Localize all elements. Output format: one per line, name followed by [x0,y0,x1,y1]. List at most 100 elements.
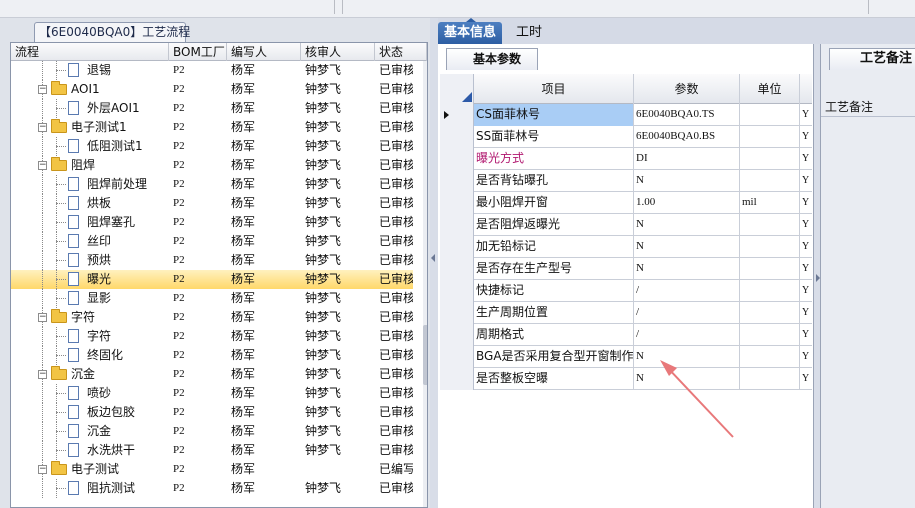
row-indicator[interactable] [440,104,474,126]
collapse-toggle-icon[interactable]: − [38,85,47,94]
row-indicator[interactable] [440,126,474,148]
row-indicator[interactable] [440,324,474,346]
tree-row[interactable]: 退锡 P2 杨军 钟梦飞 已审核 [11,61,413,80]
row-indicator[interactable] [440,170,474,192]
tree-row[interactable]: 阻抗测试 P2 杨军 钟梦飞 已审核 [11,479,413,498]
row-indicator[interactable] [440,236,474,258]
tree-row[interactable]: − 沉金 P2 杨军 钟梦飞 已审核 [11,365,413,384]
column-header-writer[interactable]: 编写人 [227,43,301,61]
tree-row[interactable]: 终固化 P2 杨军 钟梦飞 已审核 [11,346,413,365]
row-indicator[interactable] [440,258,474,280]
tree-row[interactable]: 预烘 P2 杨军 钟梦飞 已审核 [11,251,413,270]
param-value-cell[interactable]: N [634,368,740,390]
row-indicator[interactable] [440,346,474,368]
tab-basic-params[interactable]: 基本参数 [446,48,538,70]
param-row[interactable]: 快捷标记 / Y [440,280,812,302]
collapse-toggle-icon[interactable]: − [38,370,47,379]
tree-row[interactable]: 曝光 P2 杨军 钟梦飞 已审核 [11,270,413,289]
tree-row[interactable]: 字符 P2 杨军 钟梦飞 已审核 [11,327,413,346]
process-flow-tab[interactable]: 【6E0040BQA0】工艺流程 [34,22,190,42]
tree-row[interactable]: 低阻测试1 P2 杨军 钟梦飞 已审核 [11,137,413,156]
collapse-toggle-icon[interactable]: − [38,161,47,170]
param-unit-cell[interactable] [740,368,800,390]
tree-row[interactable]: 沉金 P2 杨军 钟梦飞 已审核 [11,422,413,441]
param-row[interactable]: 曝光方式 DI Y [440,148,812,170]
column-header-item[interactable]: 项目 [474,74,634,104]
column-header-flow[interactable]: 流程 [11,43,169,61]
param-value-cell[interactable]: / [634,302,740,324]
column-header-value[interactable]: 参数 [634,74,740,104]
param-value-cell[interactable]: N [634,258,740,280]
tree-row[interactable]: 阻焊塞孔 P2 杨军 钟梦飞 已审核 [11,213,413,232]
param-unit-cell[interactable] [740,258,800,280]
param-unit-cell[interactable] [740,346,800,368]
param-unit-cell[interactable] [740,302,800,324]
tree-scrollbar[interactable] [423,61,427,507]
param-value-cell[interactable]: / [634,280,740,302]
row-indicator[interactable] [440,192,474,214]
collapse-left-icon[interactable] [431,254,435,262]
param-unit-cell[interactable] [740,104,800,126]
row-indicator[interactable] [440,302,474,324]
collapse-toggle-icon[interactable]: − [38,123,47,132]
param-value-cell[interactable]: / [634,324,740,346]
collapse-toggle-icon[interactable]: − [38,313,47,322]
param-value-cell[interactable]: N [634,346,740,368]
param-unit-cell[interactable]: mil [740,192,800,214]
param-row[interactable]: SS面菲林号 6E0040BQA0.BS Y [440,126,812,148]
param-value-cell[interactable]: 6E0040BQA0.BS [634,126,740,148]
column-header-bom[interactable]: BOM工厂 [169,43,227,61]
param-unit-cell[interactable] [740,280,800,302]
tree-row[interactable]: − AOI1 P2 杨军 钟梦飞 已审核 [11,80,413,99]
param-row[interactable]: 最小阻焊开窗 1.00 mil Y [440,192,812,214]
tab-basic-info[interactable]: 基本信息 [438,22,503,44]
param-value-cell[interactable]: 1.00 [634,192,740,214]
param-row[interactable]: 周期格式 / Y [440,324,812,346]
collapse-toggle-icon[interactable]: − [38,465,47,474]
row-indicator[interactable] [440,214,474,236]
param-unit-cell[interactable] [740,148,800,170]
tree-row[interactable]: 外层AOI1 P2 杨军 钟梦飞 已审核 [11,99,413,118]
column-header-unit[interactable]: 单位 [740,74,800,104]
param-value-cell[interactable]: N [634,236,740,258]
row-indicator[interactable] [440,280,474,302]
tree-scroll-thumb[interactable] [423,325,427,385]
param-unit-cell[interactable] [740,324,800,346]
bom-cell: P2 [173,311,185,323]
row-indicator[interactable] [440,148,474,170]
param-value-cell[interactable]: N [634,170,740,192]
row-indicator[interactable] [440,368,474,390]
param-unit-cell[interactable] [740,170,800,192]
column-header-status[interactable]: 状态 [375,43,427,61]
param-value-cell[interactable]: N [634,214,740,236]
panel-splitter[interactable] [430,18,438,508]
tree-row[interactable]: 水洗烘干 P2 杨军 钟梦飞 已审核 [11,441,413,460]
param-unit-cell[interactable] [740,214,800,236]
reviewer-cell: 钟梦飞 [305,177,342,191]
tree-row[interactable]: 板边包胶 P2 杨军 钟梦飞 已审核 [11,403,413,422]
tree-row[interactable]: 丝印 P2 杨军 钟梦飞 已审核 [11,232,413,251]
param-row[interactable]: 加无铅标记 N Y [440,236,812,258]
column-header-reviewer[interactable]: 核审人 [301,43,375,61]
param-row[interactable]: 生产周期位置 / Y [440,302,812,324]
param-row[interactable]: CS面菲林号 6E0040BQA0.TS Y [440,104,812,126]
tree-row[interactable]: 喷砂 P2 杨军 钟梦飞 已审核 [11,384,413,403]
tree-row[interactable]: 显影 P2 杨军 钟梦飞 已审核 [11,289,413,308]
param-row[interactable]: 是否整板空曝 N Y [440,368,812,390]
tab-work-hours[interactable]: 工时 [510,22,548,44]
param-value-cell[interactable]: 6E0040BQA0.TS [634,104,740,126]
param-value-cell[interactable]: DI [634,148,740,170]
tree-row[interactable]: − 阻焊 P2 杨军 钟梦飞 已审核 [11,156,413,175]
tree-row[interactable]: 烘板 P2 杨军 钟梦飞 已审核 [11,194,413,213]
param-row[interactable]: 是否阻焊返曝光 N Y [440,214,812,236]
tree-row[interactable]: − 电子测试1 P2 杨军 钟梦飞 已审核 [11,118,413,137]
param-row[interactable]: 是否背钻曝孔 N Y [440,170,812,192]
param-unit-cell[interactable] [740,236,800,258]
tab-process-note[interactable]: 工艺备注 [829,48,915,70]
param-row[interactable]: BGA是否采用复合型开窗制作 N Y [440,346,812,368]
tree-row[interactable]: 阻焊前处理 P2 杨军 钟梦飞 已审核 [11,175,413,194]
tree-row[interactable]: − 电子测试 P2 杨军 已编写 [11,460,413,479]
tree-row[interactable]: − 字符 P2 杨军 钟梦飞 已审核 [11,308,413,327]
param-unit-cell[interactable] [740,126,800,148]
param-row[interactable]: 是否存在生产型号 N Y [440,258,812,280]
